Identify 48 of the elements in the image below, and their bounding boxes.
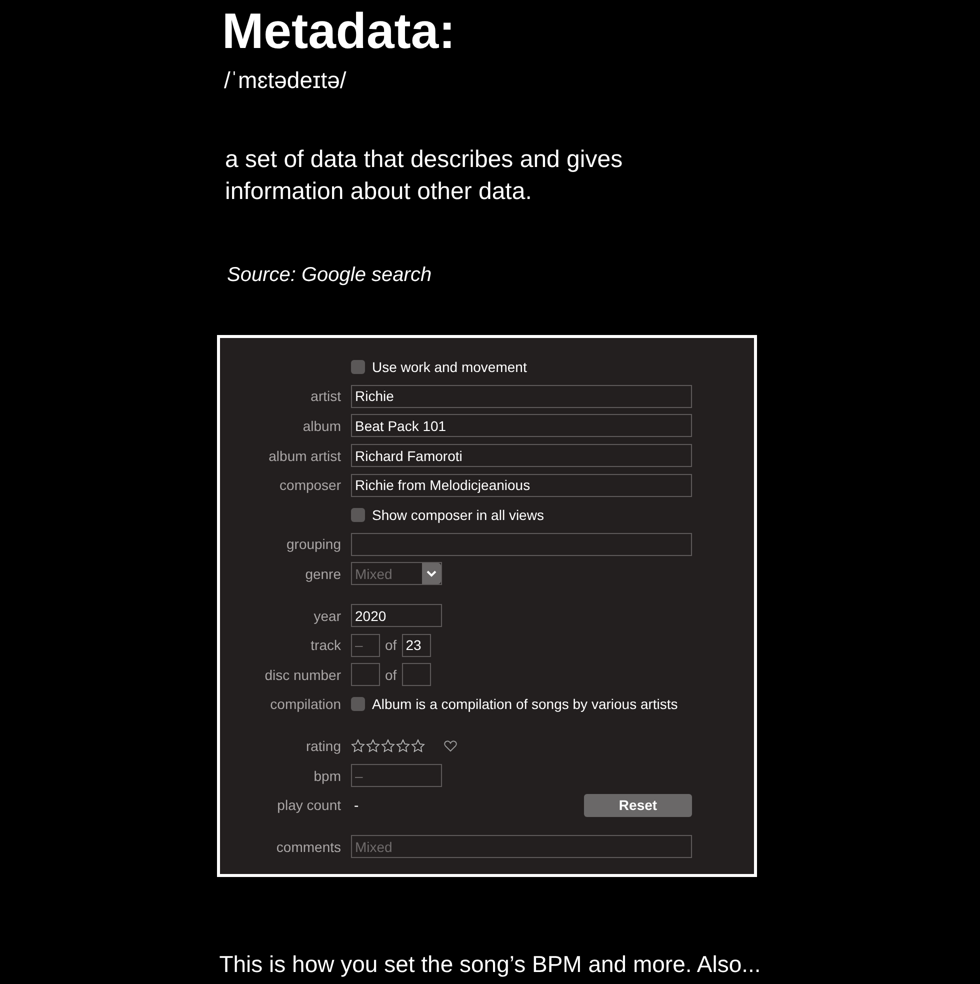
input-field[interactable]: – [351, 764, 442, 788]
field-label: composer [280, 477, 341, 494]
input-field[interactable] [351, 663, 380, 686]
field-label: artist [310, 388, 341, 404]
input-field[interactable]: Mixed [351, 835, 692, 858]
input-field[interactable]: – [351, 634, 380, 657]
definition-text: a set of data that describes and gives information about other data. [225, 145, 624, 207]
field-label: album artist [268, 448, 341, 464]
field-label: year [314, 608, 341, 624]
field-label: comments [276, 838, 341, 855]
checkbox[interactable] [351, 697, 365, 712]
play-count-value: - [353, 797, 360, 814]
input-field[interactable]: 23 [402, 634, 431, 657]
field-label: grouping [286, 536, 341, 552]
checkbox[interactable] [351, 508, 365, 522]
field-label: compilation [270, 696, 341, 712]
slide-title: Metadata: [222, 2, 456, 60]
input-field[interactable]: Richie from Melodicjeanious [351, 474, 692, 497]
input-field[interactable]: Beat Pack 101 [351, 414, 692, 438]
star-icon[interactable] [411, 738, 425, 753]
checkbox-label[interactable]: Album is a compilation of songs by various artists [372, 696, 678, 712]
pronunciation: /ˈmɛtədeɪtə/ [224, 67, 346, 94]
input-field[interactable]: Richard Famoroti [351, 444, 692, 468]
star-icon[interactable] [381, 738, 395, 753]
star-icon[interactable] [396, 738, 410, 753]
star-icon[interactable] [366, 738, 380, 753]
caption-text: This is how you set the song’s BPM and more. Also... [219, 951, 761, 978]
reset-button[interactable]: Reset [584, 794, 692, 817]
of-label: of [385, 637, 397, 654]
heart-icon[interactable] [444, 740, 457, 752]
field-label: album [302, 418, 341, 434]
field-label: track [310, 637, 341, 654]
checkbox-label[interactable]: Show composer in all views [372, 506, 544, 523]
field-label: disc number [264, 666, 341, 683]
input-field[interactable]: 2020 [351, 604, 442, 628]
chevron-down-icon [422, 563, 441, 584]
input-field[interactable] [402, 663, 431, 686]
field-label: bpm [314, 768, 341, 784]
checkbox-label[interactable]: Use work and movement [372, 358, 527, 375]
field-label: rating [306, 738, 341, 754]
of-label: of [385, 666, 397, 683]
checkbox[interactable] [351, 360, 365, 374]
star-icon[interactable] [351, 738, 365, 753]
field-label: play count [277, 797, 341, 814]
field-label: genre [305, 566, 341, 582]
input-field[interactable]: Richie [351, 384, 692, 408]
source-text: Source: Google search [227, 264, 432, 287]
input-field[interactable] [351, 532, 692, 556]
